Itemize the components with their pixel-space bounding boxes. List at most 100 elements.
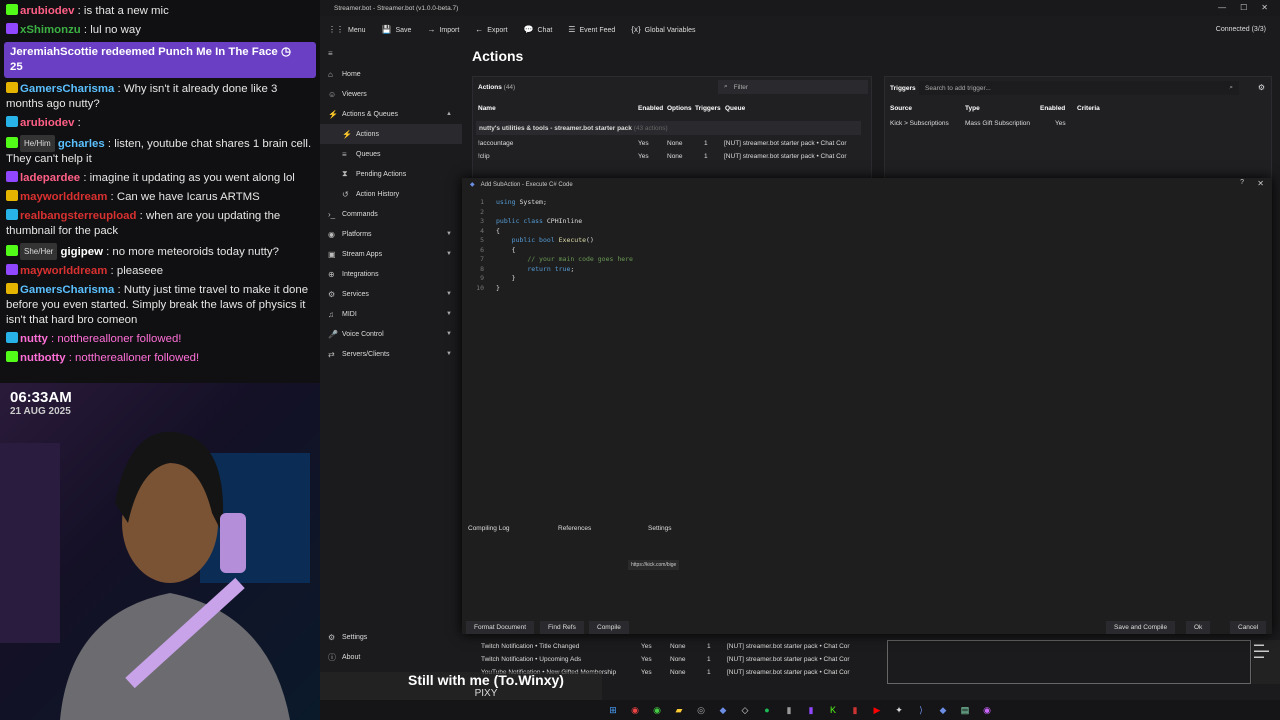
chat-username[interactable]: GamersCharisma xyxy=(20,284,114,296)
sidebar-item-actions[interactable]: ⚡ Actions xyxy=(320,124,462,144)
column-triggers[interactable]: Triggers xyxy=(695,105,721,112)
column-name[interactable]: Name xyxy=(478,105,496,112)
menu-save[interactable]: 💾 Save xyxy=(382,25,412,34)
sidebar-item-action-history[interactable]: ↺ Action History xyxy=(320,184,462,204)
chrome-icon[interactable]: ◉ xyxy=(628,705,642,716)
app-icon[interactable]: ◉ xyxy=(980,705,994,716)
sidebar-item-voice-control[interactable]: 🎤 Voice Control ▼ xyxy=(320,324,462,344)
menu-chat[interactable]: 💬 Chat xyxy=(524,25,553,34)
connection-status[interactable]: Connected (3/3) xyxy=(1216,26,1266,33)
sidebar-item-queues[interactable]: ≡ Queues xyxy=(320,144,462,164)
app-icon[interactable]: ◇ xyxy=(738,705,752,716)
format-document-button[interactable]: Format Document xyxy=(466,621,535,634)
table-row[interactable]: !accountage Yes None 1 [NUT] streamer.bot st… xyxy=(478,137,864,150)
chat-username[interactable]: mayworlddream xyxy=(20,191,107,203)
table-row[interactable]: !clip Yes None 1 [NUT] streamer.bot starter … xyxy=(478,150,864,163)
minimize-icon[interactable]: — xyxy=(1218,3,1226,12)
sidebar-item-services[interactable]: ⚙ Services ▼ xyxy=(320,284,462,304)
menu-event-feed[interactable]: ☰ Event Feed xyxy=(568,25,615,34)
column-options[interactable]: Options xyxy=(667,105,692,112)
menu-menu[interactable]: ⋮⋮ Menu xyxy=(328,25,366,34)
browser-icon[interactable]: ◉ xyxy=(650,705,664,716)
column-enabled[interactable]: Enabled xyxy=(638,105,663,112)
sidebar-item-stream-apps[interactable]: ▣ Stream Apps ▼ xyxy=(320,244,462,264)
actions-filter-input[interactable]: ⌕ Filter xyxy=(718,80,868,94)
menu-import[interactable]: → Import xyxy=(427,25,459,34)
chat-username[interactable]: xShimonzu xyxy=(20,24,81,36)
chat-text: : lul no way xyxy=(80,24,141,36)
trigger-column-criteria[interactable]: Criteria xyxy=(1077,105,1100,112)
chat-username[interactable]: mayworlddream xyxy=(20,265,107,277)
sidebar-item-about[interactable]: ⓘ About xyxy=(320,647,462,667)
twitch-icon[interactable]: ▮ xyxy=(804,705,818,716)
column-queue[interactable]: Queue xyxy=(725,105,745,112)
chevron-icon[interactable]: ▲ xyxy=(446,111,452,117)
chevron-icon[interactable]: ▼ xyxy=(446,291,452,297)
app-icon[interactable]: ⟩ xyxy=(914,705,928,716)
ok-button[interactable]: Ok xyxy=(1186,621,1211,634)
chat-username[interactable]: arubiodev xyxy=(20,117,74,129)
spotify-icon[interactable]: ● xyxy=(760,705,774,715)
trigger-column-type[interactable]: Type xyxy=(965,105,980,112)
sidebar-item-platforms[interactable]: ◉ Platforms ▼ xyxy=(320,224,462,244)
chat-username[interactable]: gcharles xyxy=(58,138,105,150)
sidebar-item-integrations[interactable]: ⊕ Integrations xyxy=(320,264,462,284)
tab-references[interactable]: References xyxy=(558,525,648,532)
chat-username[interactable]: nutbotty xyxy=(20,352,66,364)
trigger-column-enabled[interactable]: Enabled xyxy=(1040,105,1065,112)
find-refs-button[interactable]: Find Refs xyxy=(540,621,584,634)
chat-username[interactable]: GamersCharisma xyxy=(20,83,114,95)
chevron-icon[interactable]: ▼ xyxy=(446,231,452,237)
youtube-icon[interactable]: ▶ xyxy=(870,705,884,716)
sidebar-item-pending-actions[interactable]: ⧗ Pending Actions xyxy=(320,164,462,184)
chat-username[interactable]: realbangsterreupload xyxy=(20,210,136,222)
table-row[interactable]: Twitch Notification • Upcoming Ads Yes Non… xyxy=(481,653,857,666)
sidebar-item-settings[interactable]: ⚙ Settings xyxy=(320,627,462,647)
chevron-icon[interactable]: ▼ xyxy=(446,351,452,357)
app-icon[interactable]: ▤ xyxy=(958,705,972,716)
sidebar-item-midi[interactable]: ♫ MIDI ▼ xyxy=(320,304,462,324)
save-and-compile-button[interactable]: Save and Compile xyxy=(1106,621,1176,634)
kick-icon[interactable]: K xyxy=(826,705,840,715)
chat-username[interactable]: arubiodev xyxy=(20,5,74,17)
tab-settings[interactable]: Settings xyxy=(648,525,738,532)
help-icon[interactable]: ? xyxy=(1240,179,1244,186)
trigger-column-source[interactable]: Source xyxy=(890,105,912,112)
sidebar-item-home[interactable]: ⌂ Home xyxy=(320,64,462,84)
sidebar-item-servers-clients[interactable]: ⇄ Servers/Clients ▼ xyxy=(320,344,462,364)
dialog-title: Add SubAction - Execute C# Code xyxy=(480,181,573,188)
menu-export[interactable]: ← Export xyxy=(475,25,507,34)
maximize-icon[interactable]: ☐ xyxy=(1240,3,1247,12)
app-icon[interactable]: ✦ xyxy=(892,705,906,716)
trigger-search-input[interactable]: Search to add trigger... ⌕ xyxy=(919,81,1239,95)
trigger-row[interactable]: Kick > Subscriptions Mass Gift Subscript… xyxy=(890,117,1085,130)
chevron-icon[interactable]: ▼ xyxy=(446,331,452,337)
compile-button[interactable]: Compile xyxy=(589,621,629,634)
close-icon[interactable]: ✕ xyxy=(1261,3,1268,12)
table-row[interactable]: Twitch Notification • Title Changed Yes No… xyxy=(481,640,857,653)
chat-username[interactable]: nutty xyxy=(20,333,48,345)
menu-global-variables[interactable]: {x} Global Variables xyxy=(631,25,695,34)
cancel-button[interactable]: Cancel xyxy=(1230,621,1267,634)
hamburger-icon[interactable]: ≡ xyxy=(320,42,462,64)
code-editor[interactable]: 1 using System; 2 3 public class CPHInline… xyxy=(474,198,633,293)
action-group-header[interactable]: nutty's utilities & tools - streamer.bot… xyxy=(476,121,861,135)
close-icon[interactable]: ✕ xyxy=(1257,179,1264,188)
app-icon[interactable]: ◆ xyxy=(716,705,730,716)
chevron-icon[interactable]: ▼ xyxy=(446,251,452,257)
sidebar-item-commands[interactable]: ›_ Commands xyxy=(320,204,462,224)
app-icon[interactable]: ◎ xyxy=(694,705,708,716)
tab-compiling-log[interactable]: Compiling Log xyxy=(468,525,558,532)
chat-message: nutty : nottherealloner followed! xyxy=(6,332,316,347)
windows-start-icon[interactable]: ⊞ xyxy=(606,705,620,716)
chat-username[interactable]: gigipew xyxy=(61,246,103,258)
app-icon[interactable]: ◆ xyxy=(936,705,950,716)
settings-icon[interactable]: ⚙ xyxy=(1258,83,1265,92)
app-icon[interactable]: ▮ xyxy=(782,705,796,716)
sidebar-item-actions-queues[interactable]: ⚡ Actions & Queues ▲ xyxy=(320,104,462,124)
chat-username[interactable]: ladepardee xyxy=(20,172,80,184)
chevron-icon[interactable]: ▼ xyxy=(446,311,452,317)
app-icon[interactable]: ▮ xyxy=(848,705,862,716)
folder-icon[interactable]: ▰ xyxy=(672,705,686,716)
sidebar-item-viewers[interactable]: ☺ Viewers xyxy=(320,84,462,104)
